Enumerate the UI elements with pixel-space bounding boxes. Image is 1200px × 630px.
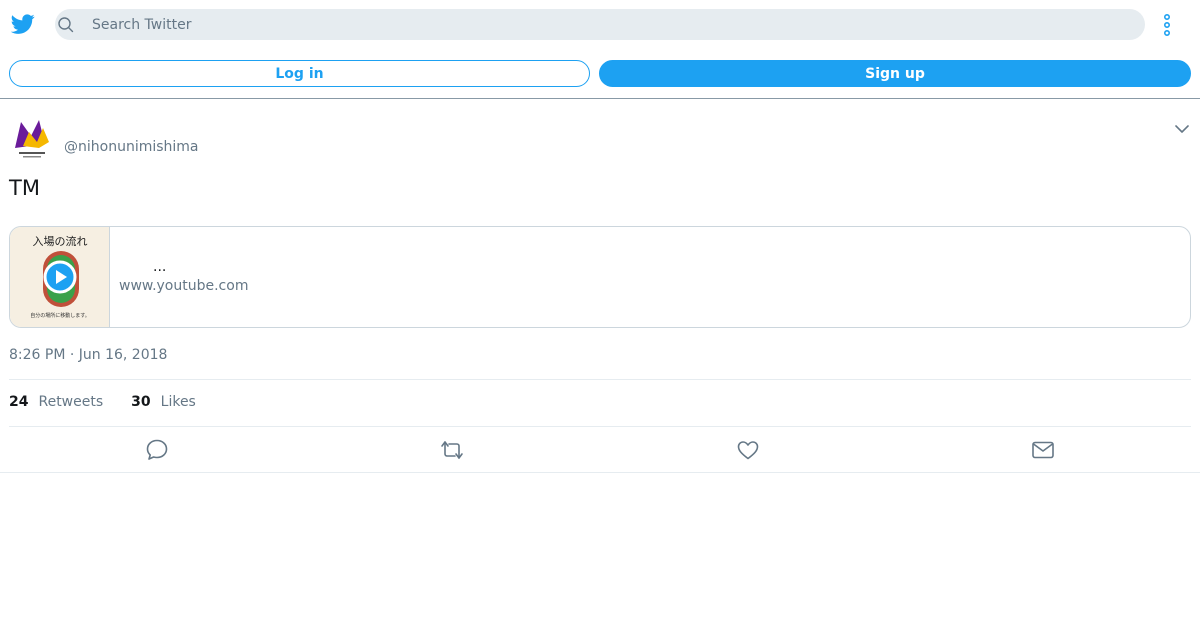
card-domain: www.youtube.com [119,278,249,294]
auth-bar: Log in Sign up [0,48,1200,99]
video-thumbnail[interactable]: 入場の流れ 自分の場所に移動します。 [10,227,110,327]
likes-count: 30 [131,394,151,410]
retweets-stat[interactable]: 24 Retweets [9,394,103,410]
likes-stat[interactable]: 30 Likes [131,394,196,410]
twitter-bird-icon[interactable] [11,12,35,36]
play-icon[interactable] [43,260,77,294]
tweet-actions [0,427,1200,473]
retweets-label: Retweets [38,394,104,410]
retweet-icon[interactable] [439,437,465,463]
chevron-down-icon[interactable] [1174,122,1190,136]
top-bar [0,0,1200,48]
profile-logo-icon [15,120,49,158]
thumbnail-caption: 自分の場所に移動します。 [30,313,90,319]
card-title: ... [153,259,167,275]
search-input[interactable] [92,9,1132,40]
user-handle[interactable]: @nihonunimishima [64,139,199,155]
tweet-text: TM [9,176,40,200]
divider [9,379,1191,380]
signup-button[interactable]: Sign up [599,60,1191,87]
more-vertical-icon[interactable] [1160,13,1174,37]
thumbnail-title: 入場の流れ [32,235,88,248]
likes-label: Likes [160,394,196,410]
tweet-timestamp[interactable]: 8:26 PM · Jun 16, 2018 [9,347,167,363]
link-card[interactable]: 入場の流れ 自分の場所に移動します。 ... www.youtube.com [9,226,1191,328]
tweet-stats: 24 Retweets 30 Likes [9,394,224,410]
envelope-icon[interactable] [1030,437,1056,463]
like-heart-icon[interactable] [735,437,761,463]
search-bar[interactable] [55,9,1145,40]
search-icon [58,17,74,33]
avatar[interactable] [9,116,55,162]
reply-icon[interactable] [144,437,170,463]
login-button[interactable]: Log in [9,60,590,87]
retweets-count: 24 [9,394,29,410]
